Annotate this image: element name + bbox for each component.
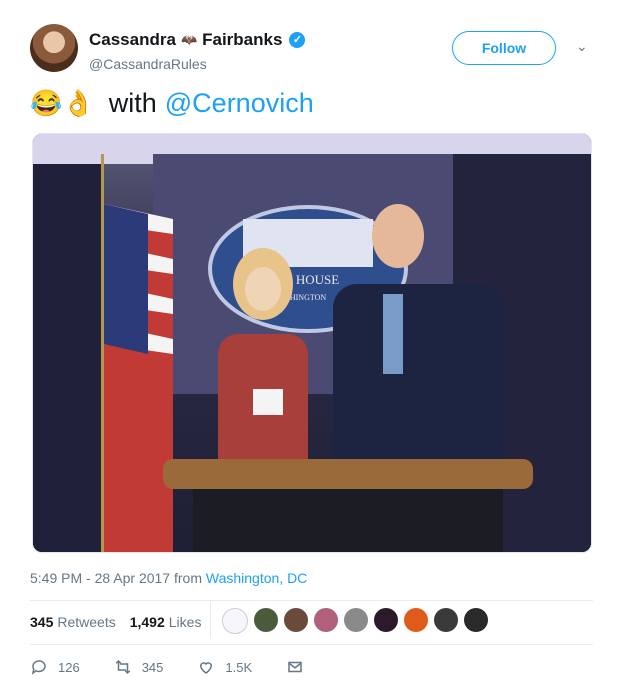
- tweet-word: with: [108, 88, 157, 118]
- follow-button[interactable]: Follow: [452, 31, 556, 65]
- author-handle[interactable]: @CassandraRules: [89, 56, 207, 72]
- author-last-name: Fairbanks: [202, 30, 283, 49]
- retweet-icon: [115, 659, 130, 675]
- retweet-action[interactable]: 345: [114, 658, 164, 676]
- liker-avatar[interactable]: [254, 608, 278, 632]
- liker-avatar[interactable]: [404, 608, 428, 632]
- liker-avatar[interactable]: [374, 608, 398, 632]
- retweet-count: 345: [141, 659, 164, 675]
- liker-avatar[interactable]: [464, 608, 488, 632]
- retweets-label: Retweets: [57, 614, 116, 630]
- tweet-text: 😂👌 with @Cernovich: [30, 88, 314, 119]
- chevron-down-icon[interactable]: ⌄: [576, 38, 588, 55]
- verified-badge-icon: ✓: [289, 32, 306, 48]
- tweet-photo[interactable]: TE HOUSE HINGTON: [32, 133, 592, 553]
- timestamp-time: 5:49 PM - 28 Apr 2017 from: [30, 570, 202, 586]
- location-link[interactable]: Washington, DC: [206, 570, 307, 586]
- message-action[interactable]: [286, 658, 304, 676]
- liker-avatars: [222, 608, 488, 634]
- emoji-icons: 😂👌: [30, 88, 95, 118]
- liker-avatar[interactable]: [222, 608, 248, 634]
- bat-icon: 🦇: [180, 32, 198, 47]
- liker-avatar[interactable]: [284, 608, 308, 632]
- divider-top: [30, 600, 593, 601]
- reply-count: 126: [58, 659, 80, 675]
- likes-count: 1,492: [129, 614, 165, 630]
- liker-avatar[interactable]: [434, 608, 458, 632]
- stats-separator: [210, 602, 211, 638]
- photo-illustration: TE HOUSE HINGTON: [33, 134, 591, 552]
- liker-avatar[interactable]: [314, 608, 338, 632]
- envelope-icon: [288, 661, 302, 673]
- reply-action[interactable]: 126: [30, 658, 80, 676]
- engagement-stats: 345 Retweets 1,492 Likes: [30, 614, 201, 630]
- heart-icon: [200, 662, 213, 674]
- tweet-timestamp[interactable]: 5:49 PM - 28 Apr 2017 from Washington, D…: [30, 570, 307, 586]
- like-action[interactable]: 1.5K: [197, 658, 252, 676]
- likes-label: Likes: [168, 614, 202, 630]
- like-count: 1.5K: [225, 659, 253, 675]
- retweets-stat[interactable]: 345 Retweets: [30, 614, 116, 630]
- sign-subtext: HINGTON: [290, 293, 327, 302]
- author-avatar[interactable]: [30, 24, 78, 72]
- liker-avatar[interactable]: [344, 608, 368, 632]
- tweet-actions: 126 345 1.5K: [30, 658, 338, 676]
- mention-link[interactable]: @Cernovich: [165, 88, 314, 119]
- tweet-header: Cassandra 🦇 Fairbanks ✓ @CassandraRules …: [30, 24, 600, 76]
- divider-bottom: [30, 644, 593, 645]
- retweets-count: 345: [30, 614, 54, 630]
- author-first-name: Cassandra: [89, 30, 176, 49]
- likes-stat[interactable]: 1,492 Likes: [130, 614, 202, 630]
- author-name[interactable]: Cassandra 🦇 Fairbanks ✓: [89, 30, 306, 50]
- reply-icon: [31, 660, 46, 675]
